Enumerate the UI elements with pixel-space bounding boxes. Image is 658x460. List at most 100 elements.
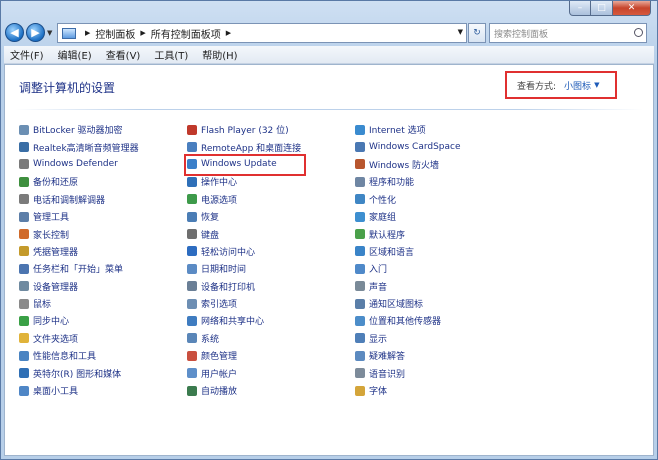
control-panel-item[interactable]: 区域和语言 xyxy=(355,243,525,260)
control-panel-item[interactable]: 声音 xyxy=(355,278,525,295)
control-panel-item[interactable]: 轻松访问中心 xyxy=(187,243,357,260)
item-label: 入门 xyxy=(369,265,388,276)
item-icon xyxy=(355,194,365,205)
item-icon xyxy=(355,298,365,309)
item-label: Flash Player (32 位) xyxy=(201,126,289,137)
breadcrumb-all-items[interactable]: 所有控制面板项 xyxy=(151,26,221,41)
menu-view[interactable]: 查看(V) xyxy=(106,47,141,62)
control-panel-item[interactable]: 家长控制 xyxy=(19,225,189,242)
items-column-3: Internet 选项 Windows CardSpace Windows 防火墙程… xyxy=(355,121,525,399)
forward-button[interactable]: ▶ xyxy=(26,23,45,42)
item-label: 默认程序 xyxy=(369,230,406,241)
control-panel-item[interactable]: 键盘 xyxy=(187,225,357,242)
control-panel-item[interactable]: 设备管理器 xyxy=(19,278,189,295)
item-label: 桌面小工具 xyxy=(33,387,79,398)
search-icon[interactable] xyxy=(634,28,643,37)
item-icon xyxy=(355,159,365,170)
control-panel-item[interactable]: 用户帐户 xyxy=(187,364,357,381)
control-panel-item[interactable]: BitLocker 驱动器加密 xyxy=(19,121,189,138)
content-pane: 调整计算机的设置 查看方式: 小图标 ▼ BitLocker 驱动器加密 Real… xyxy=(4,64,654,456)
menu-file[interactable]: 文件(F) xyxy=(10,47,44,62)
breadcrumb-separator-icon[interactable]: ▶ xyxy=(226,29,231,37)
item-label: Windows 防火墙 xyxy=(369,160,440,171)
control-panel-item[interactable]: Realtek高清晰音频管理器 xyxy=(19,138,189,155)
control-panel-item[interactable]: Windows Defender xyxy=(19,156,189,173)
control-panel-item[interactable]: 文件夹选项 xyxy=(19,330,189,347)
item-icon xyxy=(355,281,365,292)
items-column-1: BitLocker 驱动器加密 Realtek高清晰音频管理器 Windows De… xyxy=(19,121,189,399)
menu-edit[interactable]: 编辑(E) xyxy=(58,47,92,62)
item-label: 轻松访问中心 xyxy=(201,247,256,258)
item-label: 管理工具 xyxy=(33,213,70,224)
chevron-down-icon[interactable]: ▼ xyxy=(594,81,599,89)
minimize-button[interactable]: – xyxy=(569,1,591,16)
control-panel-item[interactable]: 英特尔(R) 图形和媒体 xyxy=(19,364,189,381)
breadcrumb-control-panel[interactable]: 控制面板 xyxy=(95,26,135,41)
control-panel-item[interactable]: 位置和其他传感器 xyxy=(355,312,525,329)
item-label: 文件夹选项 xyxy=(33,334,79,345)
item-icon xyxy=(19,263,29,274)
control-panel-item[interactable]: 个性化 xyxy=(355,191,525,208)
control-panel-item[interactable]: 日期和时间 xyxy=(187,260,357,277)
control-panel-item[interactable]: Windows CardSpace xyxy=(355,138,525,155)
menu-help[interactable]: 帮助(H) xyxy=(202,47,237,62)
control-panel-item[interactable]: 颜色管理 xyxy=(187,347,357,364)
item-icon xyxy=(19,246,29,257)
item-label: 日期和时间 xyxy=(201,265,247,276)
control-panel-item[interactable]: 索引选项 xyxy=(187,295,357,312)
control-panel-item[interactable]: 管理工具 xyxy=(19,208,189,225)
control-panel-item[interactable]: 鼠标 xyxy=(19,295,189,312)
control-panel-item[interactable]: 系统 xyxy=(187,330,357,347)
windows-update-highlight xyxy=(184,154,306,176)
control-panel-item[interactable]: 显示 xyxy=(355,330,525,347)
control-panel-item[interactable]: 语音识别 xyxy=(355,364,525,381)
control-panel-item[interactable]: 疑难解答 xyxy=(355,347,525,364)
view-by-dropdown[interactable]: 小图标 xyxy=(564,79,591,92)
menu-tools[interactable]: 工具(T) xyxy=(154,47,188,62)
control-panel-item[interactable]: 设备和打印机 xyxy=(187,278,357,295)
search-input[interactable]: 搜索控制面板 xyxy=(489,23,647,43)
control-panel-item[interactable]: Flash Player (32 位) xyxy=(187,121,357,138)
control-panel-item[interactable]: 家庭组 xyxy=(355,208,525,225)
address-history-dropdown-icon[interactable]: ▼ xyxy=(458,28,463,36)
item-label: 显示 xyxy=(369,334,388,345)
item-icon xyxy=(19,281,29,292)
item-label: 通知区域图标 xyxy=(369,300,424,311)
control-panel-item[interactable]: 电话和调制解调器 xyxy=(19,191,189,208)
item-icon xyxy=(355,124,365,135)
recent-pages-dropdown-icon[interactable]: ▼ xyxy=(47,29,52,37)
refresh-button[interactable]: ↻ xyxy=(468,23,486,43)
item-icon xyxy=(19,350,29,361)
item-icon xyxy=(355,315,365,326)
control-panel-item[interactable]: 桌面小工具 xyxy=(19,382,189,399)
control-panel-item[interactable]: 入门 xyxy=(355,260,525,277)
control-panel-item[interactable]: 备份和还原 xyxy=(19,173,189,190)
item-label: 性能信息和工具 xyxy=(33,352,97,363)
control-panel-item[interactable]: Internet 选项 xyxy=(355,121,525,138)
control-panel-item[interactable]: 自动播放 xyxy=(187,382,357,399)
control-panel-item[interactable]: 性能信息和工具 xyxy=(19,347,189,364)
breadcrumb-separator-icon[interactable]: ▶ xyxy=(140,29,145,37)
control-panel-item[interactable]: 程序和功能 xyxy=(355,173,525,190)
breadcrumb-separator-icon[interactable]: ▶ xyxy=(85,29,90,37)
back-button[interactable]: ◀ xyxy=(5,23,24,42)
item-icon xyxy=(187,298,197,309)
control-panel-item[interactable]: 字体 xyxy=(355,382,525,399)
control-panel-item[interactable]: 通知区域图标 xyxy=(355,295,525,312)
menu-bar: 文件(F) 编辑(E) 查看(V) 工具(T) 帮助(H) xyxy=(4,46,654,64)
item-label: 备份和还原 xyxy=(33,178,79,189)
control-panel-item[interactable]: 任务栏和「开始」菜单 xyxy=(19,260,189,277)
control-panel-item[interactable]: 网络和共享中心 xyxy=(187,312,357,329)
control-panel-item[interactable]: 默认程序 xyxy=(355,225,525,242)
item-label: 电源选项 xyxy=(201,195,238,206)
maximize-button[interactable]: □ xyxy=(591,1,613,16)
item-icon xyxy=(187,124,197,135)
control-panel-item[interactable]: 恢复 xyxy=(187,208,357,225)
close-button[interactable]: ✕ xyxy=(613,1,651,16)
control-panel-item[interactable]: Windows 防火墙 xyxy=(355,156,525,173)
control-panel-item[interactable]: 凭据管理器 xyxy=(19,243,189,260)
control-panel-item[interactable]: 电源选项 xyxy=(187,191,357,208)
item-icon xyxy=(355,385,365,396)
control-panel-item[interactable]: 同步中心 xyxy=(19,312,189,329)
address-bar[interactable]: ▶ 控制面板 ▶ 所有控制面板项 ▶ ▼ xyxy=(57,23,467,43)
